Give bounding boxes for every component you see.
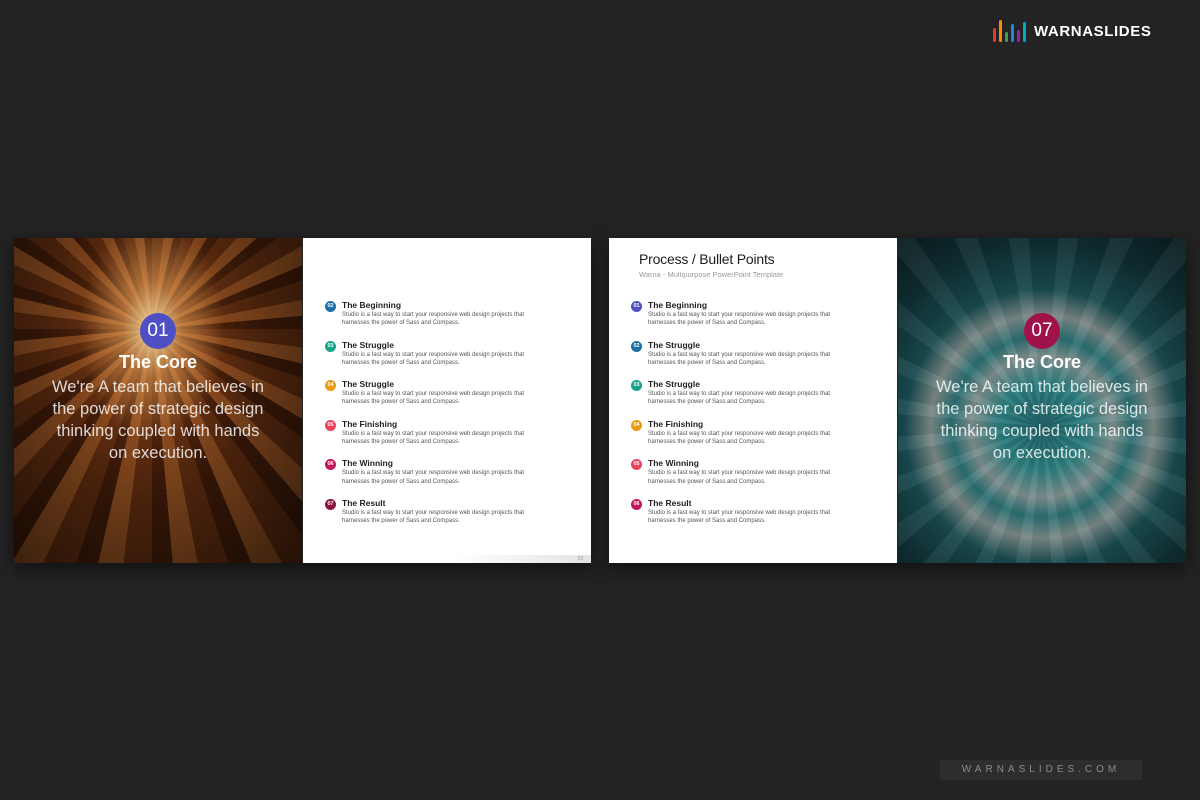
item-description: Studio is a fast way to start your respo… bbox=[648, 430, 831, 445]
item-title: The Struggle bbox=[648, 339, 700, 350]
number-badge: 01 bbox=[140, 313, 176, 349]
footer-bar: 23 bbox=[451, 555, 591, 563]
item-title: The Beginning bbox=[342, 300, 402, 310]
page-number: 23 bbox=[577, 556, 583, 562]
item-description: Studio is a fast way to start your respo… bbox=[648, 509, 831, 525]
slide-title: Process / Bullet Points bbox=[639, 251, 775, 267]
slide-content: 02 The Beginning Studio is a fast way to s… bbox=[303, 238, 591, 563]
list-item: 06 The Result Studio is a fast way to star… bbox=[631, 498, 848, 538]
watermark: WARNASLIDES.COM bbox=[940, 760, 1142, 780]
item-number-badge: 05 bbox=[631, 459, 642, 471]
item-title: The Winning bbox=[342, 458, 393, 469]
list-item: 01 The Beginning Studio is a fast way to s… bbox=[631, 300, 848, 340]
list-item: 05 The Finishing Studio is a fast way to s… bbox=[325, 419, 542, 459]
brand-logo: WARNASLIDES bbox=[993, 20, 1151, 42]
item-title: The Result bbox=[648, 497, 692, 508]
item-title: The Struggle bbox=[342, 339, 394, 350]
item-title: The Winning bbox=[648, 458, 699, 469]
list-item: 06 The Winning Studio is a fast way to sta… bbox=[325, 458, 542, 498]
item-description: Studio is a fast way to start your respo… bbox=[648, 351, 831, 366]
item-description: Studio is a fast way to start your respo… bbox=[342, 509, 525, 525]
item-description: Studio is a fast way to start your respo… bbox=[342, 312, 525, 327]
slide-left: 01 The Core We're A team that believes i… bbox=[14, 238, 591, 563]
overlay-title: The Core bbox=[118, 352, 197, 372]
list-item: 02 The Beginning Studio is a fast way to s… bbox=[325, 300, 542, 340]
item-description: Studio is a fast way to start your respo… bbox=[342, 391, 525, 406]
item-description: Studio is a fast way to start your respo… bbox=[648, 312, 831, 327]
bullet-list: 01 The Beginning Studio is a fast way to s… bbox=[631, 300, 848, 538]
item-number-badge: 02 bbox=[325, 301, 336, 312]
slide-right: Process / Bullet Points Warna - Multipur… bbox=[609, 238, 1186, 563]
slide-subtitle: Warna - Multipurpose PowerPoint Template bbox=[639, 270, 784, 279]
item-number-badge: 07 bbox=[325, 498, 336, 510]
item-title: The Beginning bbox=[648, 300, 708, 310]
item-title: The Struggle bbox=[648, 379, 700, 390]
item-description: Studio is a fast way to start your respo… bbox=[648, 470, 831, 485]
overlay-body: We're A team that believes in the power … bbox=[52, 378, 264, 462]
item-number-badge: 06 bbox=[631, 498, 642, 510]
brand-bars-icon bbox=[993, 20, 1026, 42]
item-description: Studio is a fast way to start your respo… bbox=[342, 470, 525, 485]
bullet-list: 02 The Beginning Studio is a fast way to s… bbox=[325, 300, 542, 538]
item-title: The Struggle bbox=[342, 379, 394, 390]
overlay-body: We're A team that believes in the power … bbox=[936, 378, 1148, 462]
item-description: Studio is a fast way to start your respo… bbox=[342, 430, 525, 445]
item-number-badge: 01 bbox=[631, 301, 642, 312]
list-item: 07 The Result Studio is a fast way to star… bbox=[325, 498, 542, 538]
item-title: The Result bbox=[342, 497, 386, 508]
item-description: Studio is a fast way to start your respo… bbox=[648, 391, 831, 406]
number-badge: 07 bbox=[1024, 313, 1060, 349]
list-item: 02 The Struggle Studio is a fast way to st… bbox=[631, 340, 848, 380]
item-number-badge: 03 bbox=[325, 340, 336, 352]
item-number-badge: 02 bbox=[631, 340, 642, 352]
item-number-badge: 03 bbox=[631, 380, 642, 392]
photo-overlay: 07 The Core We're A team that believes i… bbox=[898, 238, 1186, 563]
item-number-badge: 04 bbox=[325, 380, 336, 392]
item-title: The Finishing bbox=[648, 418, 704, 429]
overlay-title: The Core bbox=[1002, 352, 1081, 372]
list-item: 04 The Struggle Studio is a fast way to st… bbox=[325, 379, 542, 419]
item-number-badge: 06 bbox=[325, 459, 336, 471]
list-item: 03 The Struggle Studio is a fast way to st… bbox=[325, 340, 542, 380]
item-number-badge: 05 bbox=[325, 419, 336, 431]
photo-overlay: 01 The Core We're A team that believes i… bbox=[14, 238, 302, 563]
item-title: The Finishing bbox=[342, 418, 398, 429]
list-item: 05 The Winning Studio is a fast way to sta… bbox=[631, 458, 848, 498]
brand-name: WARNASLIDES bbox=[1034, 22, 1152, 40]
item-description: Studio is a fast way to start your respo… bbox=[342, 351, 525, 366]
slide-content: Process / Bullet Points Warna - Multipur… bbox=[609, 238, 897, 563]
list-item: 04 The Finishing Studio is a fast way to s… bbox=[631, 419, 848, 459]
item-number-badge: 04 bbox=[631, 419, 642, 431]
list-item: 03 The Struggle Studio is a fast way to st… bbox=[631, 379, 848, 419]
